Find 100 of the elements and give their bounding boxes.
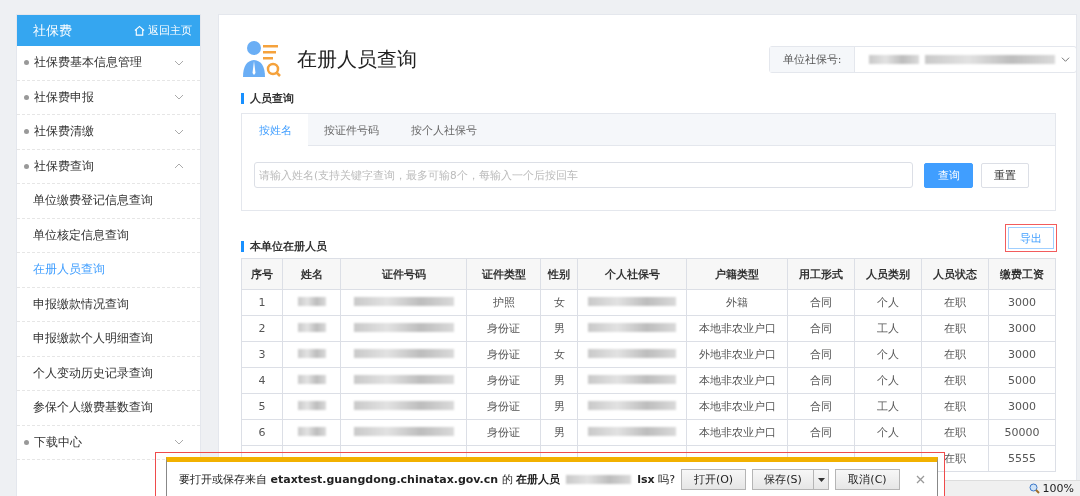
- table-cell: 在职: [921, 419, 989, 446]
- section-heading: 人员查询: [241, 93, 1056, 104]
- redacted-value: [566, 475, 632, 484]
- redacted-value: [297, 375, 326, 384]
- bullet-icon: [24, 439, 29, 445]
- table-cell: 4: [241, 367, 283, 394]
- table-cell: 合同: [787, 393, 855, 420]
- sidebar-item[interactable]: 社保费基本信息管理: [17, 46, 200, 81]
- search-tab[interactable]: 按证件号码: [308, 114, 395, 146]
- table-cell: 个人: [854, 419, 922, 446]
- table-cell: 个人: [854, 367, 922, 394]
- column-header: 证件类型: [466, 258, 541, 290]
- table-cell: 男: [540, 419, 578, 446]
- table-cell: 合同: [787, 315, 855, 342]
- table-cell: 1: [241, 289, 283, 316]
- table-cell: 女: [540, 289, 578, 316]
- table-cell: 50000: [988, 419, 1056, 446]
- column-header: 用工形式: [787, 258, 855, 290]
- table-cell: 6: [241, 419, 283, 446]
- table-cell: 身份证: [466, 315, 541, 342]
- caret-icon: [817, 477, 825, 482]
- zoom-icon: [1028, 483, 1040, 494]
- sidebar-item[interactable]: 社保费清缴: [17, 115, 200, 150]
- sidebar-item[interactable]: 单位缴费登记信息查询: [17, 184, 200, 219]
- redacted-value: [297, 297, 326, 306]
- bullet-icon: [24, 94, 29, 100]
- search-tab[interactable]: 按个人社保号: [395, 114, 493, 146]
- sidebar-item[interactable]: 申报缴款情况查询: [17, 287, 200, 322]
- sidebar-item[interactable]: 单位核定信息查询: [17, 218, 200, 253]
- table-cell: 外地非农业户口: [686, 341, 788, 368]
- redacted-value: [297, 401, 326, 410]
- table-cell: 5555: [988, 445, 1056, 472]
- redacted-value: [297, 427, 326, 436]
- bullet-icon: [24, 60, 29, 66]
- column-header: 人员类别: [854, 258, 922, 290]
- table-cell: 工人: [854, 315, 922, 342]
- table-cell: 5000: [988, 367, 1056, 394]
- table-cell: 在职: [921, 315, 989, 342]
- column-header: 户籍类型: [686, 258, 788, 290]
- column-header: 人员状态: [921, 258, 989, 290]
- bullet-icon: [24, 129, 29, 135]
- table-cell: 3000: [988, 393, 1056, 420]
- table-cell: 本地非农业户口: [686, 315, 788, 342]
- column-header: 序号: [241, 258, 283, 290]
- table-cell: 3000: [988, 341, 1056, 368]
- sidebar-item[interactable]: 参保个人缴费基数查询: [17, 391, 200, 426]
- table-cell: 在职: [921, 289, 989, 316]
- sidebar-item[interactable]: 社保费查询: [17, 149, 200, 184]
- reset-button[interactable]: 重置: [981, 162, 1029, 188]
- table-cell: 本地非农业户口: [686, 393, 788, 420]
- column-header: 性别: [540, 258, 578, 290]
- table-cell: 本地非农业户口: [686, 419, 788, 446]
- column-header: 姓名: [282, 258, 341, 290]
- column-header: 缴费工资: [988, 258, 1056, 290]
- close-icon[interactable]: [916, 475, 925, 484]
- column-header: 证件号码: [340, 258, 467, 290]
- table-cell: 在职: [921, 393, 989, 420]
- dialog-button[interactable]: 取消(C): [835, 469, 900, 490]
- table-cell: 个人: [854, 341, 922, 368]
- table-cell: 3000: [988, 315, 1056, 342]
- zoom-level[interactable]: 100%: [1042, 482, 1074, 495]
- table-cell: 身份证: [466, 367, 541, 394]
- table-cell: 护照: [466, 289, 541, 316]
- unit-select[interactable]: 单位社保号:: [769, 45, 1077, 73]
- save-button[interactable]: 保存(S): [752, 469, 814, 490]
- home-icon: [134, 25, 145, 36]
- redacted-value: [869, 54, 919, 64]
- dropdown-button[interactable]: [814, 469, 829, 490]
- column-header: 个人社保号: [577, 258, 687, 290]
- sidebar-item[interactable]: 个人变动历史记录查询: [17, 356, 200, 391]
- redacted-value: [297, 323, 326, 332]
- bullet-icon: [24, 163, 29, 169]
- table-cell: 身份证: [466, 341, 541, 368]
- table-cell: 个人: [854, 289, 922, 316]
- redacted-value: [297, 349, 326, 358]
- table-cell: 工人: [854, 393, 922, 420]
- sidebar-item[interactable]: 社保费申报: [17, 80, 200, 115]
- table-cell: 身份证: [466, 419, 541, 446]
- table-cell: 身份证: [466, 393, 541, 420]
- table-cell: 外籍: [686, 289, 788, 316]
- page-title: 在册人员查询: [297, 45, 417, 73]
- sidebar-title: 社保费: [33, 21, 72, 40]
- table-cell: 3: [241, 341, 283, 368]
- table-cell: 女: [540, 341, 578, 368]
- table-cell: 男: [540, 315, 578, 342]
- chevron-down-icon: [1061, 54, 1070, 64]
- sidebar-item[interactable]: 申报缴款个人明细查询: [17, 322, 200, 357]
- table-cell: 男: [540, 393, 578, 420]
- table-cell: 在职: [921, 341, 989, 368]
- person-search-icon: [241, 39, 281, 79]
- table-cell: 男: [540, 367, 578, 394]
- table-cell: 合同: [787, 419, 855, 446]
- table-cell: 5: [241, 393, 283, 420]
- download-prompt: 要打开或保存来自 etaxtest.guangdong.chinatax.gov.cn 的 在册人员: [179, 472, 561, 487]
- table-cell: 合同: [787, 341, 855, 368]
- table-cell: 合同: [787, 289, 855, 316]
- dialog-button[interactable]: 打开(O): [681, 469, 746, 490]
- download-prompt-end: lsx 吗?: [637, 472, 675, 487]
- table-cell: 3000: [988, 289, 1056, 316]
- table-cell: 2: [241, 315, 283, 342]
